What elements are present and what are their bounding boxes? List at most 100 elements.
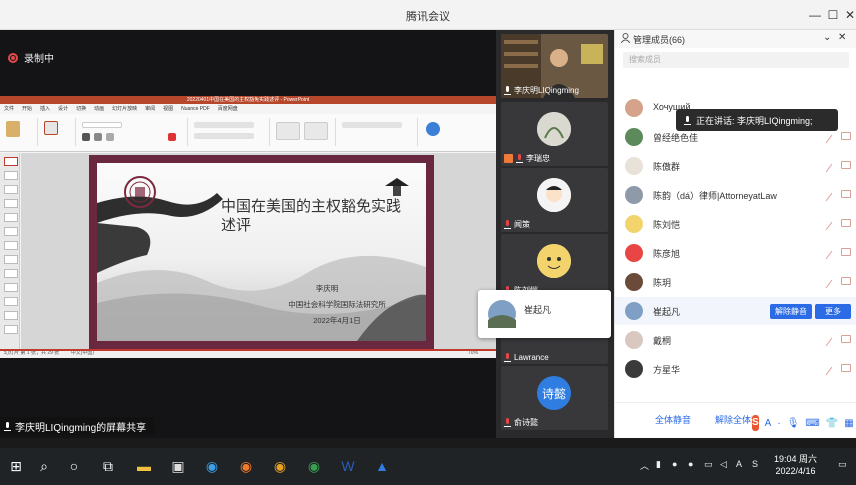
microphone-muted-icon[interactable] xyxy=(825,160,833,173)
current-slide[interactable]: 中国在美国的主权豁免实践述评 李庆明 中国社会科学院国际法研究所 2022年4月… xyxy=(89,155,434,349)
microphone-muted-icon[interactable] xyxy=(825,363,833,376)
ime-mode-icon[interactable]: A xyxy=(765,418,772,429)
windows-start-icon[interactable]: ⊞ xyxy=(6,456,26,476)
mute-all-button[interactable]: 全体静音 xyxy=(655,413,691,426)
slide-thumbnail[interactable] xyxy=(4,171,18,180)
sogou-ime-icon[interactable]: S xyxy=(752,415,759,431)
tray-volume-icon[interactable]: ◁ xyxy=(720,459,727,470)
task-view-icon[interactable]: ⧉ xyxy=(98,456,118,476)
ppt-tab[interactable]: 文件 xyxy=(4,104,14,114)
camera-off-icon[interactable] xyxy=(841,248,851,256)
ime-skin-icon[interactable]: 👕 xyxy=(826,418,838,429)
unmute-button[interactable]: 解除静音 xyxy=(770,304,812,319)
slide-thumbnail[interactable] xyxy=(4,157,18,166)
member-row[interactable]: 陈彦旭 xyxy=(615,239,856,267)
camera-off-icon[interactable] xyxy=(841,335,851,343)
ppt-tab[interactable]: 插入 xyxy=(40,104,50,114)
paragraph-icons[interactable] xyxy=(194,122,254,128)
video-tile[interactable]: 李瑞忠 xyxy=(501,102,608,166)
ppt-tab[interactable]: 动画 xyxy=(94,104,104,114)
ppt-tab[interactable]: 视图 xyxy=(163,104,173,114)
edge-icon[interactable]: ◉ xyxy=(202,456,222,476)
slide-thumbnail[interactable] xyxy=(4,325,18,334)
slide-thumbnail[interactable] xyxy=(4,241,18,250)
ime-keyboard-icon[interactable]: ⌨ xyxy=(805,418,819,429)
video-tile[interactable]: 闻策 xyxy=(501,168,608,232)
slide-thumbnail[interactable] xyxy=(4,283,18,292)
recording-indicator[interactable]: 录制中 xyxy=(8,50,54,65)
microphone-muted-icon[interactable] xyxy=(825,247,833,260)
ppt-tab[interactable]: 切换 xyxy=(76,104,86,114)
camera-off-icon[interactable] xyxy=(841,161,851,169)
slide-thumbnail[interactable] xyxy=(4,185,18,194)
paste-icon[interactable] xyxy=(6,121,20,137)
taskbar-clock[interactable]: 19:04 周六 2022/4/16 xyxy=(774,453,817,477)
ppt-tab[interactable]: 幻灯片放映 xyxy=(112,104,137,114)
video-tile[interactable]: 李庆明LIQingming xyxy=(501,34,608,98)
ppt-tab[interactable]: 设计 xyxy=(58,104,68,114)
tray-network-icon[interactable]: ▭ xyxy=(704,459,713,470)
camera-off-icon[interactable] xyxy=(841,132,851,140)
slide-thumbnail[interactable] xyxy=(4,199,18,208)
align-icons[interactable] xyxy=(194,133,254,139)
slide-thumbnail[interactable] xyxy=(4,255,18,264)
member-row[interactable]: 陈刘恺 xyxy=(615,210,856,238)
camera-off-icon[interactable] xyxy=(841,219,851,227)
tencent-meeting-icon[interactable]: ▲ xyxy=(372,456,392,476)
quick-styles-icon[interactable] xyxy=(304,122,328,140)
slide-thumbnail[interactable] xyxy=(4,269,18,278)
new-slide-icon[interactable] xyxy=(44,121,58,135)
minimize-button[interactable]: — xyxy=(808,8,822,22)
search-icon[interactable]: ⌕ xyxy=(34,456,54,476)
microphone-muted-icon[interactable] xyxy=(825,131,833,144)
addin-icon[interactable] xyxy=(426,122,440,136)
shapes-icon[interactable] xyxy=(276,122,300,140)
ppt-tab[interactable]: 审阅 xyxy=(145,104,155,114)
slide-thumbnail[interactable] xyxy=(4,213,18,222)
find-replace-icons[interactable] xyxy=(342,122,402,128)
video-tile[interactable]: 诗懿 俞诗懿 xyxy=(501,366,608,430)
firefox-icon[interactable]: ◉ xyxy=(236,456,256,476)
tray-app-icon[interactable]: ● xyxy=(672,459,677,469)
store-icon[interactable]: ▣ xyxy=(168,456,188,476)
microphone-muted-icon[interactable] xyxy=(825,218,833,231)
ime-mic-icon[interactable]: 🎙 xyxy=(787,418,800,429)
font-color-icon[interactable] xyxy=(168,133,176,141)
chevron-down-icon[interactable]: ⌄ xyxy=(823,32,831,43)
slide-thumbnail[interactable] xyxy=(4,311,18,320)
slide-thumbnail[interactable] xyxy=(4,227,18,236)
slide-thumbnail[interactable] xyxy=(4,297,18,306)
underline-icon[interactable] xyxy=(106,133,114,141)
camera-off-icon[interactable] xyxy=(841,190,851,198)
tray-usb-icon[interactable]: ▮ xyxy=(656,459,661,470)
member-search-input[interactable]: 搜索成员 xyxy=(623,52,849,68)
ime-punct-icon[interactable]: · xyxy=(777,418,780,429)
tray-sogou-icon[interactable]: S xyxy=(752,459,758,469)
tray-lang[interactable]: A xyxy=(736,459,742,469)
member-row[interactable]: 方星华 xyxy=(615,355,856,383)
ppt-tab[interactable]: Nuance PDF xyxy=(181,104,210,114)
camera-off-icon[interactable] xyxy=(841,277,851,285)
notification-icon[interactable]: ▭ xyxy=(838,459,847,470)
video-tile[interactable]: 陈刘恺 xyxy=(501,234,608,298)
chrome-icon[interactable]: ◉ xyxy=(304,456,324,476)
browser-icon[interactable]: ◉ xyxy=(270,456,290,476)
file-explorer-icon[interactable]: ▬ xyxy=(134,456,154,476)
maximize-button[interactable]: ☐ xyxy=(826,8,840,22)
tray-wechat-icon[interactable]: ● xyxy=(688,459,693,469)
more-button[interactable]: 更多 xyxy=(815,304,851,319)
close-icon[interactable]: ✕ xyxy=(838,32,846,43)
italic-icon[interactable] xyxy=(94,133,102,141)
camera-off-icon[interactable] xyxy=(841,364,851,372)
member-row[interactable]: 陈傲群 xyxy=(615,152,856,180)
ime-grid-icon[interactable]: ▦ xyxy=(844,418,853,429)
microphone-muted-icon[interactable] xyxy=(825,334,833,347)
member-row-hovered[interactable]: 崔起凡 解除静音 更多 xyxy=(615,297,856,325)
microphone-muted-icon[interactable] xyxy=(825,276,833,289)
word-icon[interactable]: W xyxy=(338,456,358,476)
font-select[interactable] xyxy=(82,122,122,128)
microphone-muted-icon[interactable] xyxy=(825,189,833,202)
member-row[interactable]: 戴桐 xyxy=(615,326,856,354)
ppt-tab[interactable]: 开始 xyxy=(22,104,32,114)
tray-expand-icon[interactable]: ︿ xyxy=(640,459,649,472)
